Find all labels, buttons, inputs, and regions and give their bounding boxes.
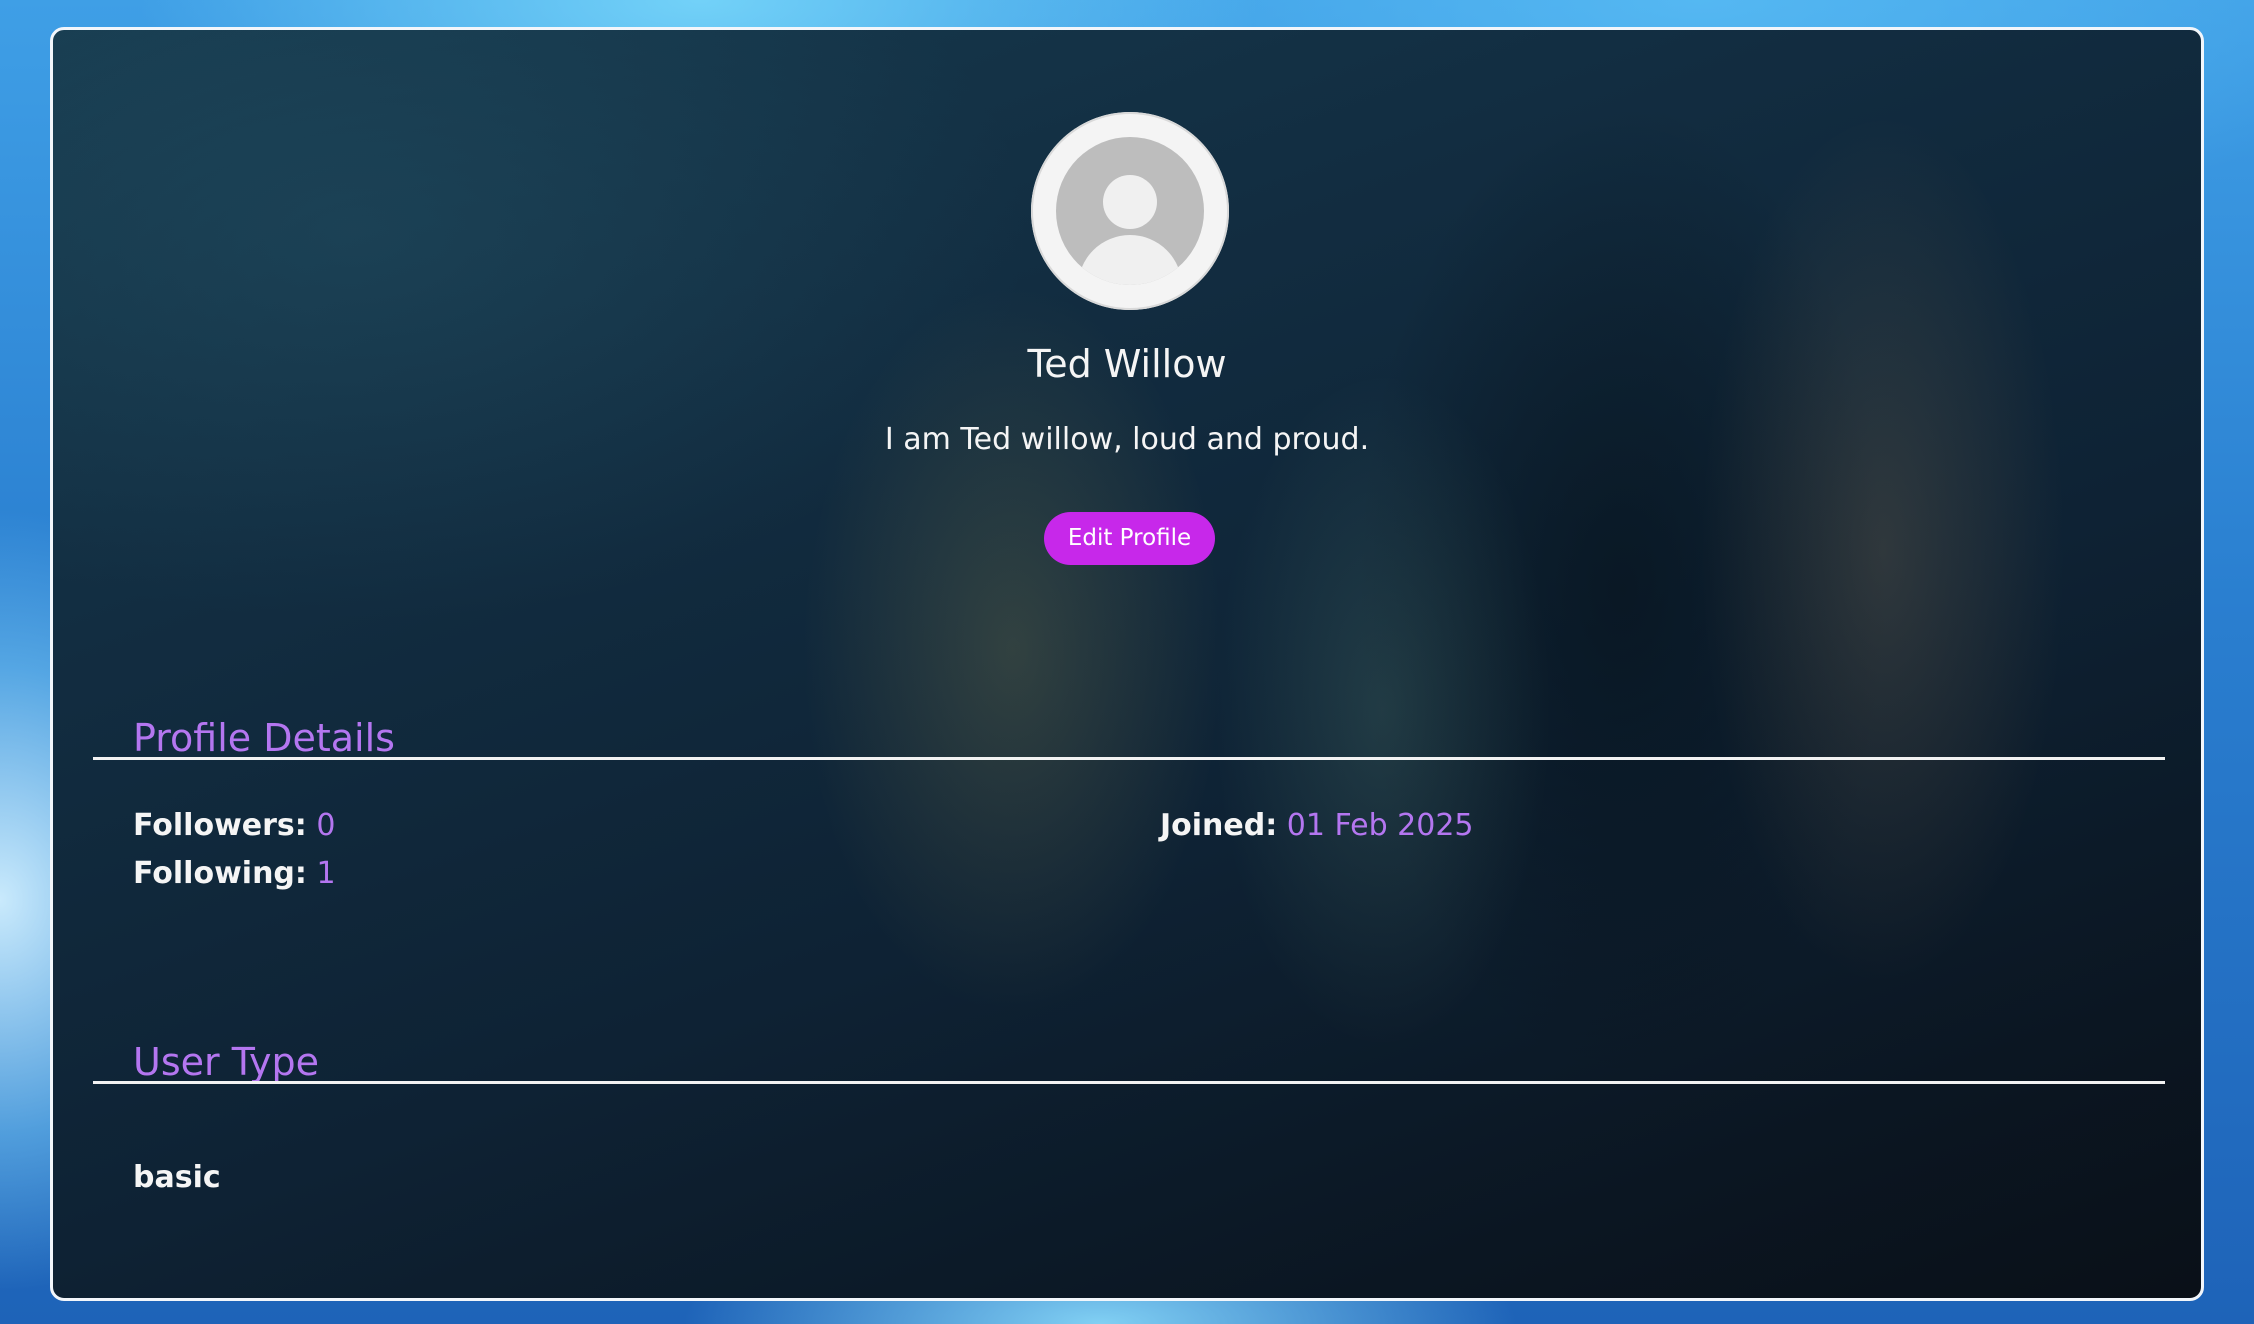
following-count: 1 xyxy=(316,856,336,891)
profile-name: Ted Willow xyxy=(1027,342,1227,386)
followers-stat: Followers: 0 xyxy=(133,808,335,843)
edit-profile-button[interactable]: Edit Profile xyxy=(1044,512,1215,565)
user-type-divider xyxy=(93,1081,2165,1084)
profile-card: Ted Willow I am Ted willow, loud and pro… xyxy=(50,27,2204,1301)
following-stat: Following: 1 xyxy=(133,856,336,891)
followers-label: Followers: xyxy=(133,808,307,843)
joined-label: Joined: xyxy=(1160,808,1278,843)
profile-details-heading: Profile Details xyxy=(133,716,395,760)
avatar-body-shape xyxy=(1078,235,1182,285)
followers-count: 0 xyxy=(316,808,336,843)
default-user-avatar-icon xyxy=(1056,137,1204,285)
following-label: Following: xyxy=(133,856,307,891)
profile-bio: I am Ted willow, loud and proud. xyxy=(884,422,1370,457)
user-type-heading: User Type xyxy=(133,1040,319,1084)
profile-details-divider xyxy=(93,757,2165,760)
avatar xyxy=(1031,112,1229,310)
joined-stat: Joined: 01 Feb 2025 xyxy=(1160,808,1474,843)
joined-date: 01 Feb 2025 xyxy=(1286,808,1474,843)
avatar-head-shape xyxy=(1103,175,1157,229)
user-type-value: basic xyxy=(133,1160,221,1195)
